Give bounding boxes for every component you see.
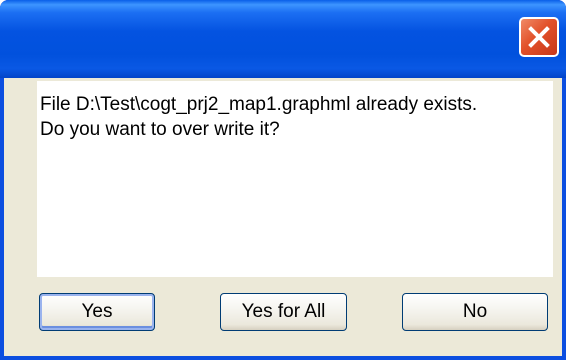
close-icon bbox=[527, 25, 551, 49]
no-button[interactable]: No bbox=[402, 293, 548, 331]
yes-button[interactable]: Yes bbox=[39, 293, 155, 331]
window-frame-left bbox=[0, 78, 4, 360]
overwrite-dialog: File D:\Test\cogt_prj2_map1.graphml alre… bbox=[0, 0, 566, 360]
window-frame-bottom bbox=[0, 356, 566, 360]
yes-for-all-button[interactable]: Yes for All bbox=[220, 293, 347, 331]
window-frame-right bbox=[562, 78, 566, 360]
message-line-2: Do you want to over write it? bbox=[40, 119, 280, 140]
message-area: File D:\Test\cogt_prj2_map1.graphml alre… bbox=[37, 81, 553, 277]
message-line-1: File D:\Test\cogt_prj2_map1.graphml alre… bbox=[40, 94, 478, 115]
close-button[interactable] bbox=[519, 17, 559, 57]
title-bar[interactable] bbox=[0, 0, 566, 78]
